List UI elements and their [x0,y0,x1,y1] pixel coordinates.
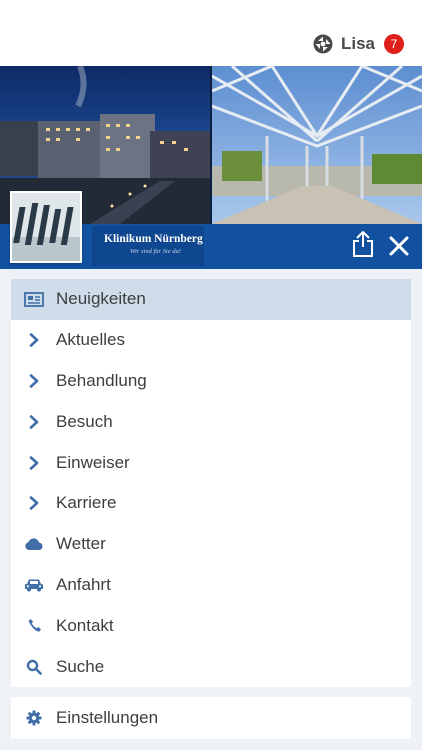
menu-item-label: Besuch [56,411,113,431]
menu-item-label: Kontakt [56,615,114,635]
cloud-icon [23,533,45,555]
menu-item-label: Aktuelles [56,330,125,350]
chevron-right-icon [23,492,45,514]
settings-label: Einstellungen [56,708,159,727]
menu-item-wetter[interactable]: Wetter [11,524,411,565]
menu-item-label: Anfahrt [56,574,111,594]
menu-item-einweiser[interactable]: Einweiser [11,442,411,483]
menu-item-suche[interactable]: Suche [11,646,411,687]
brand-slogan: Wir sind für Sie da! [130,248,181,255]
menu-item-karriere[interactable]: Karriere [11,483,411,524]
menu-item-behandlung[interactable]: Behandlung [11,361,411,402]
chevron-right-icon [23,452,45,474]
notification-badge[interactable]: 7 [384,34,404,54]
phone-icon [23,615,45,637]
user-name: Lisa [340,34,375,53]
brand-name: Klinikum Nürnberg [104,233,203,245]
menu-item-label: Wetter [56,534,106,554]
menu-item-kontakt[interactable]: Kontakt [11,605,411,646]
menu-item-anfahrt[interactable]: Anfahrt [11,565,411,606]
menu-item-label: Behandlung [56,370,147,390]
car-icon [23,574,45,596]
brand-logo: Klinikum Nürnberg Wir sind für Sie da! [92,226,204,266]
chevron-right-icon [23,329,45,351]
app-logo-icon [313,34,333,54]
user-account[interactable]: Lisa 7 [313,33,404,55]
newspaper-icon [23,288,45,310]
menu-item-einstellungen[interactable]: Einstellungen [11,697,411,739]
share-icon[interactable] [351,230,375,258]
menu-item-label: Neuigkeiten [56,289,146,309]
top-bar: Lisa 7 [0,0,422,66]
menu-item-label: Einweiser [56,452,130,472]
chevron-right-icon [23,411,45,433]
menu-item-aktuelles[interactable]: Aktuelles [11,320,411,361]
menu-item-label: Suche [56,656,105,676]
close-icon[interactable] [388,235,410,257]
chevron-right-icon [23,370,45,392]
glass-canopy-photo [212,66,422,224]
menu-item-neuigkeiten[interactable]: Neuigkeiten [11,279,411,320]
menu-item-label: Karriere [56,493,117,513]
menu-item-besuch[interactable]: Besuch [11,401,411,442]
navigation-menu: Neuigkeiten Aktuelles Behandlung Besuch … [11,279,411,687]
search-icon [23,656,45,678]
gear-icon [23,707,45,729]
sculpture-thumbnail [10,191,82,263]
